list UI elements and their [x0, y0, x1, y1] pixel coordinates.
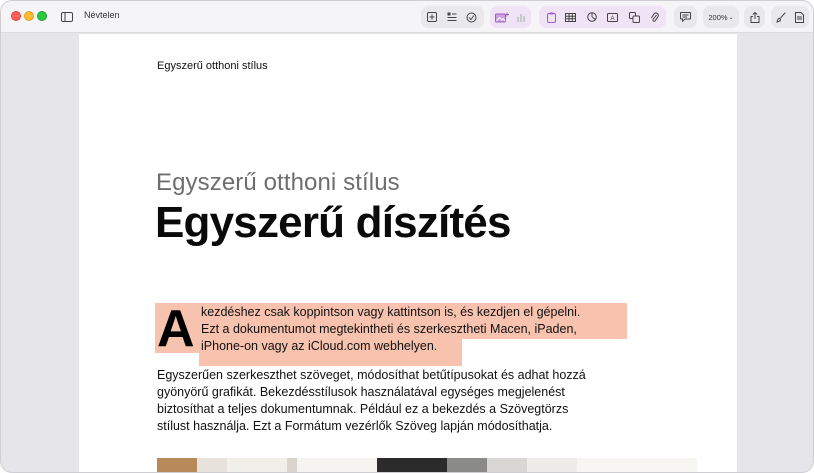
table-icon [564, 12, 576, 22]
sidebar-icon [61, 12, 73, 22]
insert-textbox-button[interactable]: A [604, 7, 620, 27]
intro-line[interactable]: kezdéshez csak koppintson vagy kattintso… [201, 305, 580, 319]
list-icon [447, 12, 457, 21]
minimize-window-button[interactable] [24, 11, 34, 21]
document-title-heading[interactable]: Egyszerű díszítés [155, 198, 511, 248]
fullscreen-window-button[interactable] [37, 11, 47, 21]
chart-icon [517, 14, 525, 22]
format-button[interactable] [773, 7, 789, 27]
close-window-button[interactable] [11, 11, 21, 21]
insert-chart-disabled-button[interactable] [513, 7, 529, 27]
zoom-dropdown[interactable]: 200% ⌄ [705, 7, 737, 27]
document-title: Névtelen [84, 10, 120, 20]
clipboard-icon [546, 12, 556, 23]
plus-square-icon [427, 12, 437, 22]
intro-line[interactable]: Ezt a dokumentumot megtekintheti és szer… [201, 322, 577, 336]
comment-button[interactable] [677, 7, 694, 27]
pie-icon [587, 12, 597, 22]
textbox-icon: A [606, 12, 618, 22]
paragraph-style-button[interactable] [444, 7, 460, 27]
insert-shape-button[interactable] [543, 7, 559, 27]
collaborate-icon [466, 12, 476, 22]
intro-line[interactable]: iPhone-on vagy az iCloud.com webhelyen. [201, 339, 437, 353]
svg-text:A: A [610, 16, 614, 22]
chevron-down-icon: ⌄ [728, 14, 734, 21]
add-page-button[interactable] [424, 7, 440, 27]
insert-table-button[interactable] [562, 7, 578, 27]
document-button[interactable] [791, 7, 807, 27]
drop-cap[interactable]: A [157, 303, 195, 355]
toolbar: Névtelen A 200% ⌄ [1, 1, 813, 33]
collaborate-button[interactable] [463, 7, 479, 27]
body-line[interactable]: gyönyörű grafikát. Bekezdésstílusok hasz… [157, 385, 565, 399]
body-line[interactable]: Egyszerűen szerkeszthet szöveget, módosí… [157, 368, 586, 382]
zoom-value: 200% [708, 12, 728, 22]
insert-shape-2-button[interactable] [626, 7, 642, 27]
share-icon [750, 11, 759, 23]
attachment-button[interactable] [646, 7, 662, 27]
insert-media-button[interactable] [493, 7, 511, 27]
comment-icon [680, 12, 691, 22]
running-header[interactable]: Egyszerű otthoni stílus [157, 60, 268, 72]
insert-chart-button[interactable] [584, 7, 600, 27]
document-icon [794, 11, 804, 23]
share-button[interactable] [746, 7, 763, 27]
shapes-icon [628, 11, 640, 23]
document-page[interactable]: Egyszerű otthoni stílus Egyszerű otthoni… [79, 34, 737, 472]
paperclip-icon [650, 12, 659, 22]
body-line[interactable]: stílust használja. Ezt a Formátum vezérl… [157, 419, 552, 433]
photo-placeholder[interactable] [157, 458, 697, 472]
photo-plus-icon [495, 12, 509, 22]
body-line[interactable]: biztosíthat a teljes dokumentumnak. Péld… [157, 402, 568, 416]
paintbrush-icon [776, 11, 786, 23]
app-window: Névtelen A 200% ⌄ Egyszerű otthoni stílu… [0, 0, 814, 473]
sidebar-toggle-button[interactable] [58, 7, 76, 27]
document-subtitle[interactable]: Egyszerű otthoni stílus [156, 169, 400, 197]
